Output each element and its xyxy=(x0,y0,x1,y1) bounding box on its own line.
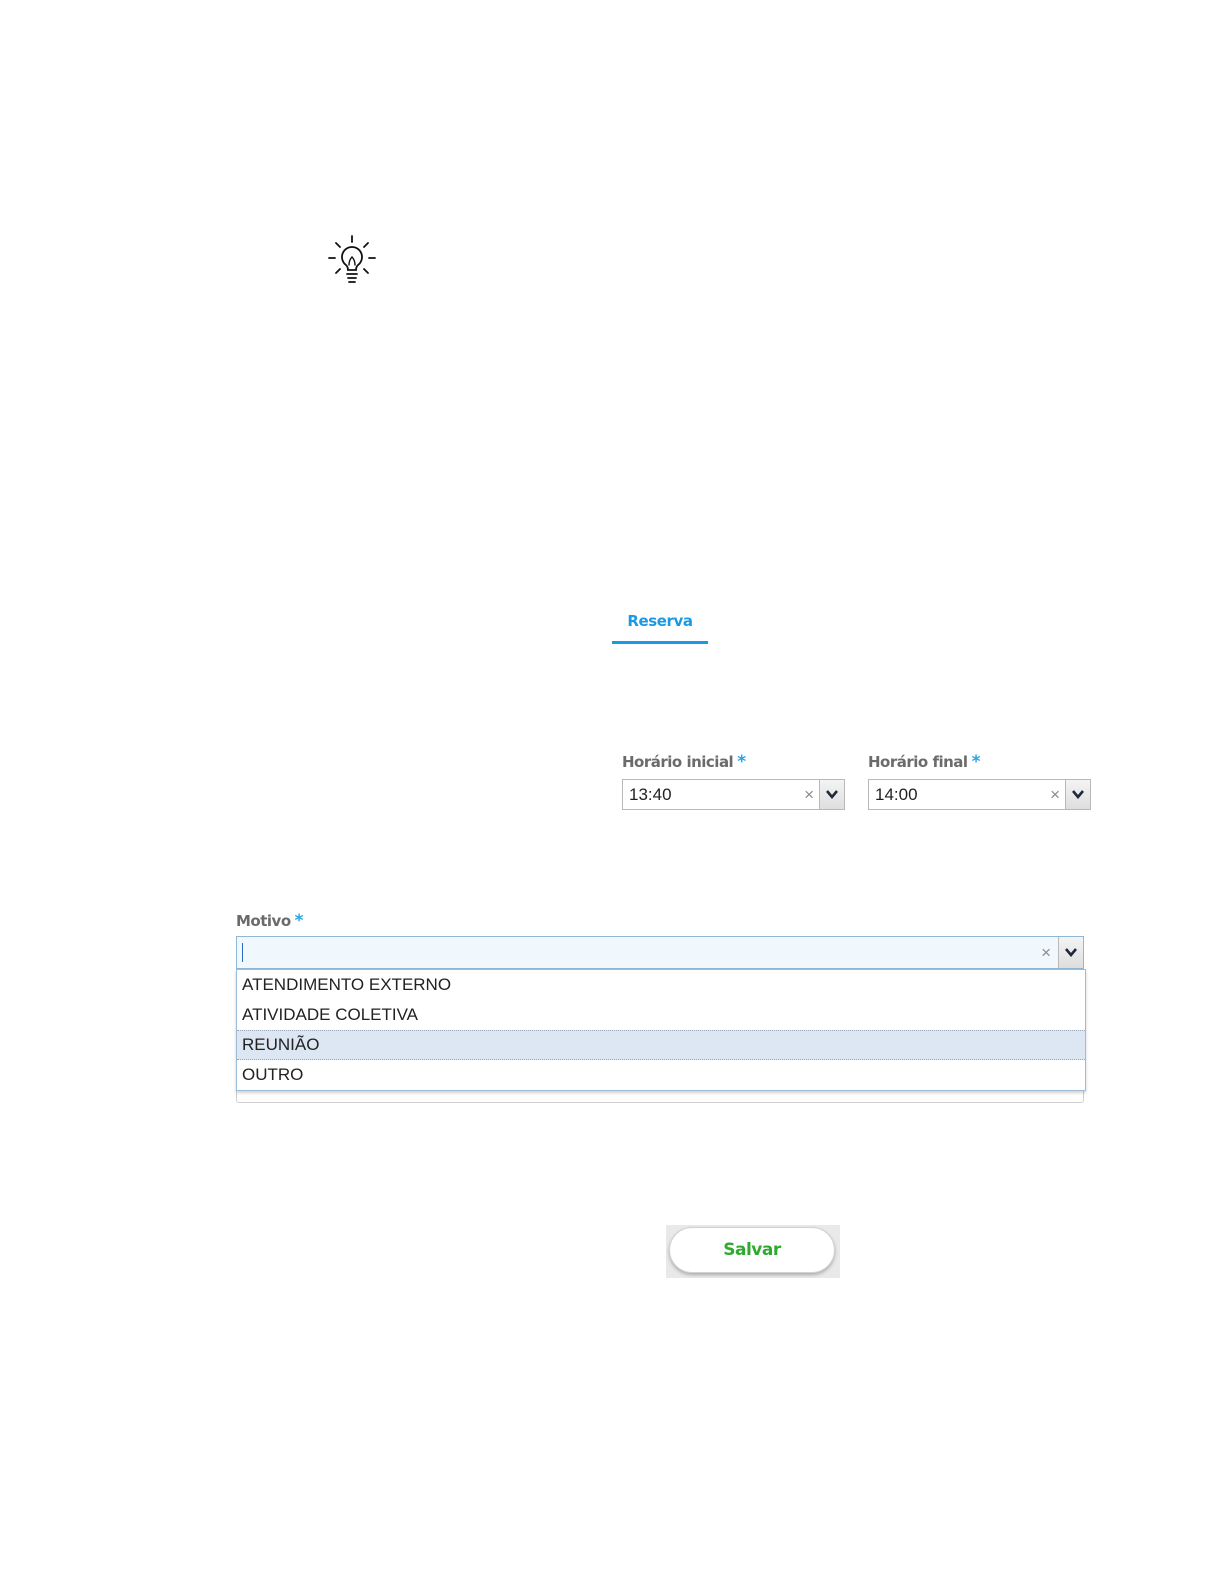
horario-inicial-clear-icon[interactable]: × xyxy=(804,780,814,809)
list-item-atendimento-externo[interactable]: ATENDIMENTO EXTERNO xyxy=(237,970,1085,1000)
horario-final-chevron-down-icon[interactable] xyxy=(1065,780,1090,809)
horario-final-select[interactable]: 14:00 × xyxy=(868,779,1091,810)
required-asterisk-icon: * xyxy=(737,752,746,772)
horario-inicial-chevron-down-icon[interactable] xyxy=(819,780,844,809)
required-asterisk-icon: * xyxy=(294,911,304,931)
text-cursor xyxy=(242,943,243,962)
save-button-container: Salvar xyxy=(666,1225,840,1278)
list-item-atividade-coletiva[interactable]: ATIVIDADE COLETIVA xyxy=(237,1000,1085,1030)
motivo-label-text: Motivo xyxy=(236,912,291,930)
tab-reserva[interactable]: Reserva xyxy=(612,608,708,644)
list-item-outro[interactable]: OUTRO xyxy=(237,1060,1085,1090)
list-item-reuniao[interactable]: REUNIÃO xyxy=(237,1030,1085,1060)
motivo-dropdown-list: ATENDIMENTO EXTERNO ATIVIDADE COLETIVA R… xyxy=(236,969,1086,1091)
horario-final-value: 14:00 xyxy=(875,785,918,804)
horario-final-label-text: Horário final xyxy=(868,753,968,771)
horario-inicial-select[interactable]: 13:40 × xyxy=(622,779,845,810)
lightbulb-icon xyxy=(326,234,378,286)
horario-final-clear-icon[interactable]: × xyxy=(1050,780,1060,809)
horario-inicial-label: Horário inicial * xyxy=(622,752,746,772)
horario-inicial-label-text: Horário inicial xyxy=(622,753,734,771)
save-button[interactable]: Salvar xyxy=(669,1227,835,1273)
horario-final-label: Horário final * xyxy=(868,752,980,772)
motivo-select[interactable]: × xyxy=(236,936,1084,969)
motivo-clear-icon[interactable]: × xyxy=(1041,937,1051,968)
required-asterisk-icon: * xyxy=(971,752,981,772)
tab-reserva-label: Reserva xyxy=(627,612,693,630)
motivo-chevron-down-icon[interactable] xyxy=(1058,937,1083,968)
motivo-label: Motivo * xyxy=(236,911,304,931)
horario-inicial-value: 13:40 xyxy=(629,785,672,804)
